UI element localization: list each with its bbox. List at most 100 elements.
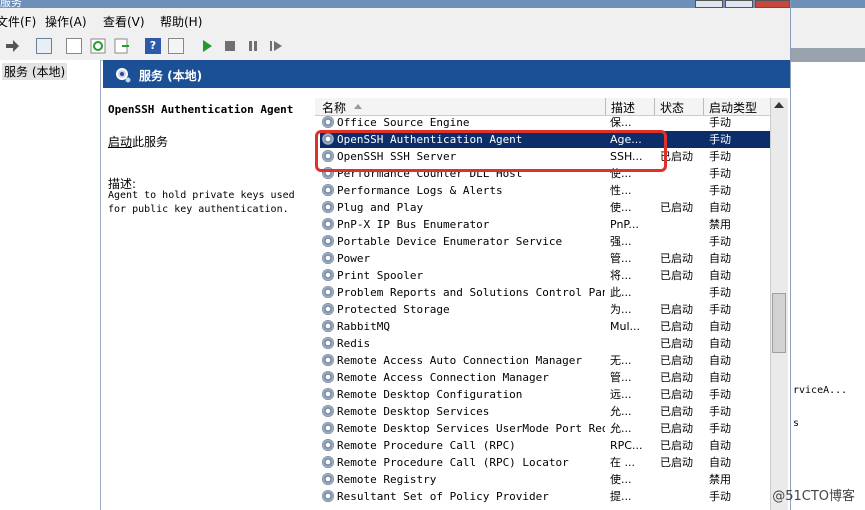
service-name: Power xyxy=(337,252,371,265)
console-tree-icon[interactable] xyxy=(36,38,52,54)
service-name: Remote Procedure Call (RPC) Locator xyxy=(337,456,569,469)
service-status: 已启动 xyxy=(660,405,693,418)
service-gear-icon xyxy=(322,218,334,230)
services-header-title: 服务 (本地) xyxy=(139,69,203,83)
service-description: 允... xyxy=(610,405,632,418)
sort-ascending-icon xyxy=(354,104,362,109)
restart-service-icon[interactable] xyxy=(268,38,284,54)
service-row[interactable]: Office Source Engine 保... 手动 xyxy=(320,114,770,131)
service-startup-type: 手动 xyxy=(709,388,731,401)
console-tree: 服务 (本地) xyxy=(0,60,101,510)
service-row[interactable]: Print Spooler 将... 已启动 自动 xyxy=(320,267,770,284)
service-gear-icon xyxy=(322,303,334,315)
service-description: Mul... xyxy=(610,320,641,333)
forward-arrow-icon[interactable] xyxy=(4,38,20,54)
service-row[interactable]: Remote Procedure Call (RPC) RPC... 已启动 自动 xyxy=(320,437,770,454)
service-name: PnP-X IP Bus Enumerator xyxy=(337,218,490,231)
title-bar: 服务 xyxy=(0,0,790,9)
description-text: Agent to hold private keys used for publ… xyxy=(108,190,295,215)
vertical-scrollbar[interactable] xyxy=(770,98,788,510)
service-row[interactable]: Performance Logs & Alerts 性... 手动 xyxy=(320,182,770,199)
service-row[interactable]: Remote Access Connection Manager 管... 已启动 自… xyxy=(320,369,770,386)
service-status: 已启动 xyxy=(660,439,693,452)
service-name: Problem Reports and Solutions Control Pa… xyxy=(337,286,605,299)
menu-bar: 文件(F) 操作(A) 查看(V) 帮助(H) xyxy=(0,8,790,32)
toolbar: ? xyxy=(0,32,790,61)
background-text-1: rviceA... xyxy=(793,385,848,396)
service-gear-icon xyxy=(322,269,334,281)
start-service-icon[interactable] xyxy=(199,38,215,54)
service-name: Remote Procedure Call (RPC) xyxy=(337,439,516,452)
service-row[interactable]: Plug and Play 使... 已启动 自动 xyxy=(320,199,770,216)
service-status: 已启动 xyxy=(660,252,693,265)
service-startup-type: 自动 xyxy=(709,269,731,282)
help-icon[interactable]: ? xyxy=(145,38,161,54)
service-name: Remote Desktop Services UserMode Port Re… xyxy=(337,422,605,435)
close-button[interactable] xyxy=(755,0,790,8)
service-startup-type: 手动 xyxy=(709,184,731,197)
service-name: Resultant Set of Policy Provider xyxy=(337,490,549,503)
service-row[interactable]: PnP-X IP Bus Enumerator PnP... 禁用 xyxy=(320,216,770,233)
service-status: 已启动 xyxy=(660,201,693,214)
service-startup-type: 手动 xyxy=(709,116,731,129)
pause-service-icon[interactable] xyxy=(245,38,261,54)
service-name: Print Spooler xyxy=(337,269,424,282)
service-status: 已启动 xyxy=(660,269,693,282)
highlight-annotation xyxy=(315,130,667,172)
service-row[interactable]: Protected Storage 为... 已启动 手动 xyxy=(320,301,770,318)
service-row[interactable]: Remote Access Auto Connection Manager 无..… xyxy=(320,352,770,369)
service-status: 已启动 xyxy=(660,456,693,469)
export-list-icon[interactable] xyxy=(114,38,130,54)
service-startup-type: 手动 xyxy=(709,286,731,299)
service-gear-icon xyxy=(322,473,334,485)
start-service-link[interactable]: 启动 xyxy=(108,135,132,149)
service-row[interactable]: Problem Reports and Solutions Control Pa… xyxy=(320,284,770,301)
scroll-thumb[interactable] xyxy=(772,293,786,353)
start-service-action: 启动此服务 xyxy=(108,133,168,150)
service-startup-type: 禁用 xyxy=(709,473,731,486)
maximize-button[interactable] xyxy=(725,0,753,8)
service-row[interactable]: Resultant Set of Policy Provider 提... 手动 xyxy=(320,488,770,505)
minimize-button[interactable] xyxy=(695,0,723,8)
service-gear-icon xyxy=(322,286,334,298)
service-gear-icon xyxy=(322,235,334,247)
service-description: 允... xyxy=(610,422,632,435)
service-status: 已启动 xyxy=(660,354,693,367)
service-status: 已启动 xyxy=(660,388,693,401)
service-startup-type: 手动 xyxy=(709,490,731,503)
tree-item-services-local[interactable]: 服务 (本地) xyxy=(2,63,68,80)
service-row[interactable]: Remote Procedure Call (RPC) Locator 在 ...… xyxy=(320,454,770,471)
service-description: 在 ... xyxy=(610,456,635,469)
menu-action[interactable]: 操作(A) xyxy=(45,13,87,30)
menu-view[interactable]: 查看(V) xyxy=(103,13,145,30)
service-row[interactable]: Remote Desktop Services 允... 已启动 手动 xyxy=(320,403,770,420)
service-startup-type: 自动 xyxy=(709,252,731,265)
service-row[interactable]: Remote Registry 使... 禁用 xyxy=(320,471,770,488)
service-name: Plug and Play xyxy=(337,201,424,214)
service-row[interactable]: Power 管... 已启动 自动 xyxy=(320,250,770,267)
menu-help[interactable]: 帮助(H) xyxy=(160,13,202,30)
service-row[interactable]: RabbitMQ Mul... 已启动 自动 xyxy=(320,318,770,335)
properties-icon[interactable] xyxy=(66,38,82,54)
stop-service-icon[interactable] xyxy=(222,38,238,54)
service-description: 性... xyxy=(610,184,632,197)
service-startup-type: 禁用 xyxy=(709,218,731,231)
service-row[interactable]: Remote Desktop Configuration 远... 已启动 手动 xyxy=(320,386,770,403)
service-description: PnP... xyxy=(610,218,639,231)
scroll-up-icon[interactable] xyxy=(774,102,784,108)
service-row[interactable]: Redis 已启动 自动 xyxy=(320,335,770,352)
service-row[interactable]: Remote Desktop Services UserMode Port Re… xyxy=(320,420,770,437)
menu-file[interactable]: 文件(F) xyxy=(0,13,36,30)
service-startup-type: 自动 xyxy=(709,354,731,367)
service-row[interactable]: Portable Device Enumerator Service 强... 手动 xyxy=(320,233,770,250)
service-startup-type: 自动 xyxy=(709,371,731,384)
service-description: 远... xyxy=(610,388,632,401)
service-description: 使... xyxy=(610,473,632,486)
refresh-icon[interactable] xyxy=(90,38,106,54)
start-service-suffix: 此服务 xyxy=(132,135,169,149)
show-hide-pane-icon[interactable] xyxy=(168,38,184,54)
service-startup-type: 手动 xyxy=(709,405,731,418)
service-startup-type: 手动 xyxy=(709,303,731,316)
service-description: 使... xyxy=(610,201,632,214)
service-description: 管... xyxy=(610,252,632,265)
